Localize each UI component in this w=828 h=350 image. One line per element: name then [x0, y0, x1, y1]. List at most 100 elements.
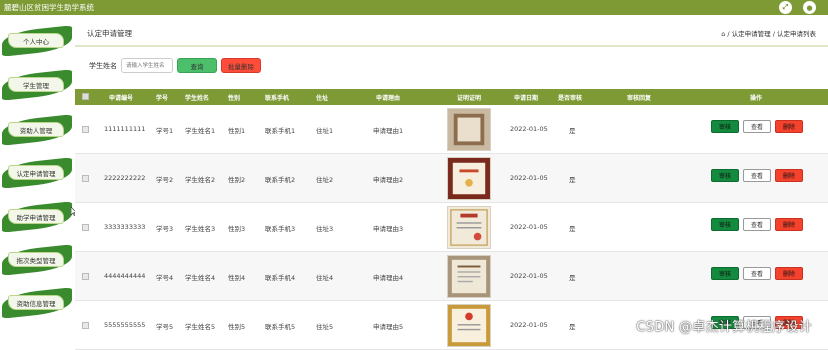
column-header[interactable]: 学号: [156, 93, 168, 102]
sidebar-item-students[interactable]: 学生管理: [2, 73, 72, 97]
cell-name: 学生姓名3: [185, 223, 215, 233]
row-checkbox[interactable]: [82, 224, 89, 231]
cell-name: 学生姓名4: [185, 272, 215, 282]
sidebar-item-aid-application[interactable]: 助学申请管理: [2, 205, 72, 229]
cell-audited: 是: [569, 223, 576, 233]
sidebar-item-label: 资助信息管理: [8, 295, 64, 310]
cell-phone: 联系手机3: [265, 223, 295, 233]
cell-address: 住址5: [316, 321, 333, 331]
cell-id: 3333333333: [104, 223, 145, 231]
row-checkbox[interactable]: [82, 273, 89, 280]
cell-sno: 学号3: [156, 223, 173, 233]
cell-gender: 性别3: [228, 223, 245, 233]
sidebar-item-sponsors[interactable]: 资助人管理: [2, 118, 72, 142]
user-icon[interactable]: ●: [803, 1, 816, 14]
cell-gender: 性别2: [228, 174, 245, 184]
cell-address: 住址1: [316, 125, 333, 135]
search-bar: 学生姓名 查询 批量删除: [89, 58, 261, 73]
row-checkbox[interactable]: [82, 126, 89, 133]
cell-id: 5555555555: [104, 321, 145, 329]
breadcrumb[interactable]: ⌂ / 认定申请管理 / 认定申请列表: [721, 28, 816, 38]
certificate-image[interactable]: [447, 157, 491, 200]
delete-button[interactable]: 删除: [775, 267, 803, 280]
row-checkbox[interactable]: [82, 175, 89, 182]
column-header[interactable]: 学生姓名: [185, 93, 209, 102]
cell-audited: 是: [569, 174, 576, 184]
audit-button[interactable]: 审核: [711, 267, 739, 280]
sidebar-item-certification[interactable]: 认定申请管理: [2, 161, 72, 185]
cell-name: 学生姓名1: [185, 125, 215, 135]
cell-id: 4444444444: [104, 272, 145, 280]
batch-delete-button[interactable]: 批量删除: [221, 58, 261, 73]
select-all-checkbox[interactable]: [82, 93, 89, 100]
column-header[interactable]: 申请日期: [514, 93, 538, 102]
audit-button[interactable]: 审核: [711, 169, 739, 182]
cell-phone: 联系手机1: [265, 125, 295, 135]
sidebar-item-label: 助学申请管理: [8, 209, 64, 224]
cell-phone: 联系手机4: [265, 272, 295, 282]
cell-audited: 是: [569, 272, 576, 282]
sidebar-item-personal-center[interactable]: 个人中心: [2, 29, 72, 53]
page-header: 认定申请管理 ⌂ / 认定申请管理 / 认定申请列表: [75, 15, 828, 47]
cell-date: 2022-01-05: [510, 272, 548, 280]
cell-address: 住址2: [316, 174, 333, 184]
certificate-image[interactable]: [447, 206, 491, 249]
column-header: 操作: [750, 93, 762, 102]
column-header: 审核回复: [627, 93, 651, 102]
cell-date: 2022-01-05: [510, 321, 548, 329]
delete-button[interactable]: 删除: [775, 169, 803, 182]
cell-name: 学生姓名2: [185, 174, 215, 184]
cell-reason: 申请理由2: [373, 174, 403, 184]
cell-audited: 是: [569, 321, 576, 331]
certificate-image[interactable]: [447, 304, 491, 347]
column-header[interactable]: 联系手机: [265, 93, 289, 102]
search-label: 学生姓名: [89, 61, 117, 71]
certificate-image[interactable]: [447, 108, 491, 151]
table-row: 3333333333 学号3 学生姓名3 性别3 联系手机3 住址3 申请理由3…: [75, 203, 828, 252]
cell-audited: 是: [569, 125, 576, 135]
cell-gender: 性别4: [228, 272, 245, 282]
sidebar-item-label: 认定申请管理: [8, 165, 64, 180]
sidebar-item-types[interactable]: 拖次类型管理: [2, 248, 72, 272]
delete-button[interactable]: 删除: [775, 120, 803, 133]
table-row: 4444444444 学号4 学生姓名4 性别4 联系手机4 住址4 申请理由4…: [75, 252, 828, 301]
cell-phone: 联系手机5: [265, 321, 295, 331]
audit-button[interactable]: 审核: [711, 218, 739, 231]
cell-sno: 学号5: [156, 321, 173, 331]
query-button[interactable]: 查询: [177, 58, 217, 73]
cell-reason: 申请理由5: [373, 321, 403, 331]
sidebar-item-label: 学生管理: [8, 77, 64, 92]
cell-sno: 学号4: [156, 272, 173, 282]
cell-address: 住址4: [316, 272, 333, 282]
main-content: 认定申请管理 ⌂ / 认定申请管理 / 认定申请列表 学生姓名 查询 批量删除 …: [75, 15, 828, 343]
cell-reason: 申请理由3: [373, 223, 403, 233]
cell-reason: 申请理由1: [373, 125, 403, 135]
cell-gender: 性别1: [228, 125, 245, 135]
column-header[interactable]: 是否审核: [558, 93, 582, 102]
column-header[interactable]: 性别: [228, 93, 240, 102]
view-button[interactable]: 查看: [743, 169, 771, 182]
cell-address: 住址3: [316, 223, 333, 233]
sidebar-item-aid-info[interactable]: 资助信息管理: [2, 291, 72, 315]
column-header: 申请理由: [376, 93, 400, 102]
search-input[interactable]: [121, 58, 173, 73]
cell-phone: 联系手机2: [265, 174, 295, 184]
view-button[interactable]: 查看: [743, 120, 771, 133]
certificate-image[interactable]: [447, 255, 491, 298]
cell-reason: 申请理由4: [373, 272, 403, 282]
sidebar-item-label: 拖次类型管理: [8, 252, 64, 267]
cell-sno: 学号2: [156, 174, 173, 184]
watermark-text: CSDN @卓杰计算机程序设计: [636, 316, 812, 335]
audit-button[interactable]: 审核: [711, 120, 739, 133]
sidebar-item-label: 个人中心: [8, 33, 64, 48]
row-checkbox[interactable]: [82, 322, 89, 329]
table-row: 1111111111 学号1 学生姓名1 性别1 联系手机1 住址1 申请理由1…: [75, 105, 828, 154]
column-header[interactable]: 住址: [316, 93, 328, 102]
view-button[interactable]: 查看: [743, 267, 771, 280]
view-button[interactable]: 查看: [743, 218, 771, 231]
cell-date: 2022-01-05: [510, 174, 548, 182]
fullscreen-icon[interactable]: ⤢: [779, 1, 792, 14]
delete-button[interactable]: 删除: [775, 218, 803, 231]
cell-date: 2022-01-05: [510, 125, 548, 133]
column-header[interactable]: 申请编号: [109, 93, 133, 102]
